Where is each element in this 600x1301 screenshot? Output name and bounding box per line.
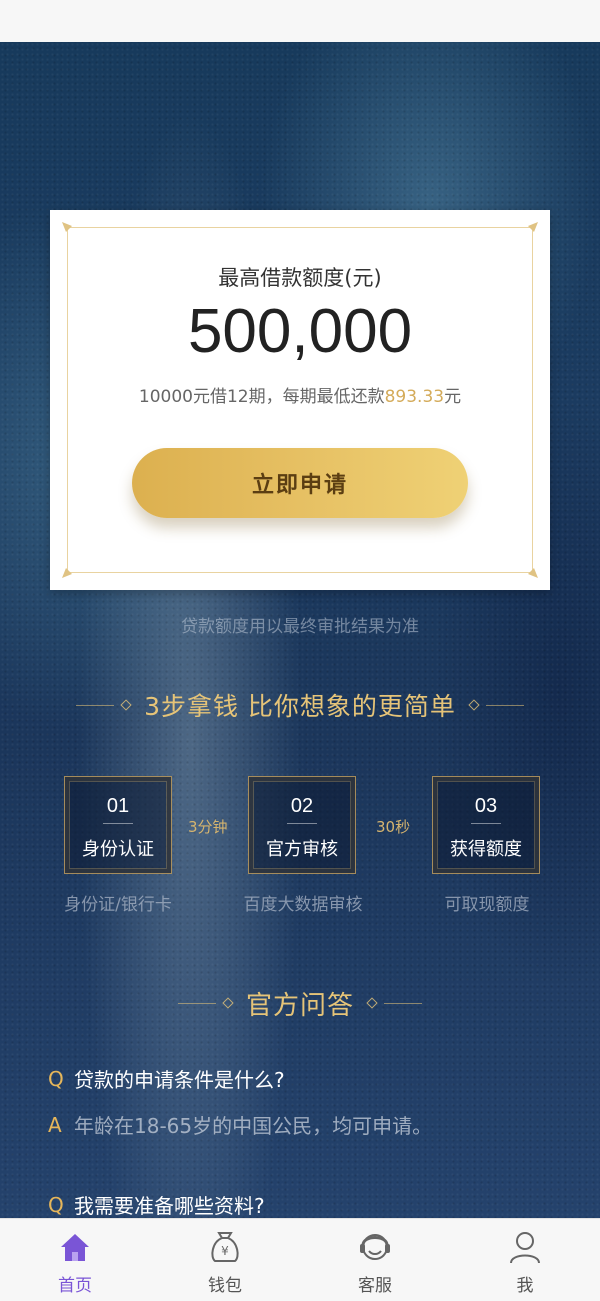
- step-label: 身份认证: [82, 839, 154, 860]
- question-text: 我需要准备哪些资料?: [74, 1194, 265, 1218]
- nav-label: 首页: [58, 1276, 92, 1296]
- answer-mark-label: A: [48, 1112, 62, 1137]
- limit-disclaimer: 贷款额度用以最终审批结果为准: [181, 617, 419, 637]
- diamond-icon: [222, 997, 234, 1009]
- step-description: 百度大数据审核: [243, 895, 363, 915]
- qa-question-1[interactable]: Q 贷款的申请条件是什么?: [48, 1064, 285, 1093]
- heading-divider-line: [485, 704, 524, 706]
- repayment-min-amount: 893.33: [384, 387, 445, 407]
- step-number: 03: [474, 795, 498, 817]
- step-identity-verification: 01 身份认证: [64, 776, 172, 874]
- step-number: 01: [106, 795, 130, 817]
- step-official-review: 02 官方审核: [248, 776, 356, 874]
- diamond-icon: [468, 699, 480, 711]
- question-mark-label: Q: [48, 1192, 64, 1217]
- step-number: 02: [290, 795, 314, 817]
- qa-question-2[interactable]: Q 我需要准备哪些资料?: [48, 1190, 265, 1219]
- diamond-icon: [366, 997, 378, 1009]
- step-description: 可取现额度: [444, 895, 530, 915]
- repayment-note-prefix: 10000元借12期，每期最低还款: [138, 387, 385, 407]
- apply-now-button[interactable]: 立即申请: [132, 448, 468, 518]
- heading-divider-line: [76, 704, 115, 706]
- steps-heading-text: 3步拿钱 比你想象的更简单: [144, 692, 456, 721]
- wallet-icon: ¥: [211, 1232, 239, 1262]
- nav-label: 我: [516, 1276, 534, 1296]
- home-icon: [61, 1234, 89, 1261]
- step-duration: 30秒: [376, 818, 411, 836]
- max-loan-amount: 500,000: [187, 297, 413, 366]
- repayment-note: 10000元借12期，每期最低还款893.33元: [50, 382, 550, 407]
- step-number-underline: [287, 823, 317, 824]
- question-text: 贷款的申请条件是什么?: [74, 1068, 285, 1092]
- steps-heading: 3步拿钱 比你想象的更简单: [0, 688, 600, 722]
- nav-item-customer-service[interactable]: 客服: [300, 1219, 450, 1301]
- customer-service-icon: [360, 1234, 390, 1260]
- nav-item-profile[interactable]: 我: [450, 1219, 600, 1301]
- repayment-note-suffix: 元: [444, 387, 462, 407]
- heading-divider-line: [384, 1002, 422, 1004]
- answer-text: 年龄在18-65岁的中国公民，均可申请。: [74, 1114, 433, 1138]
- step-description: 身份证/银行卡: [64, 895, 172, 915]
- max-loan-title: 最高借款额度(元): [218, 266, 382, 290]
- profile-icon: [510, 1232, 540, 1264]
- step-label: 获得额度: [450, 839, 522, 860]
- loan-card: 最高借款额度(元) 500,000 10000元借12期，每期最低还款893.3…: [50, 210, 550, 590]
- nav-item-wallet[interactable]: ¥ 钱包: [150, 1219, 300, 1301]
- status-bar: [0, 0, 600, 42]
- qa-heading-text: 官方问答: [245, 990, 354, 1021]
- step-get-limit: 03 获得额度: [432, 776, 540, 874]
- qa-heading: 官方问答: [0, 986, 600, 1021]
- bottom-nav: 首页 ¥ 钱包 客服 我: [0, 1218, 600, 1301]
- step-number-underline: [471, 823, 501, 824]
- qa-answer-1: A 年龄在18-65岁的中国公民，均可申请。: [48, 1110, 432, 1139]
- step-duration: 3分钟: [188, 818, 228, 836]
- nav-item-home[interactable]: 首页: [0, 1219, 150, 1301]
- question-mark-label: Q: [48, 1066, 64, 1091]
- heading-divider-line: [177, 1002, 216, 1004]
- step-number-underline: [103, 823, 133, 824]
- diamond-icon: [120, 699, 132, 711]
- nav-label: 客服: [358, 1276, 392, 1296]
- nav-label: 钱包: [208, 1276, 242, 1296]
- step-label: 官方审核: [266, 839, 338, 860]
- svg-text:¥: ¥: [221, 1244, 229, 1258]
